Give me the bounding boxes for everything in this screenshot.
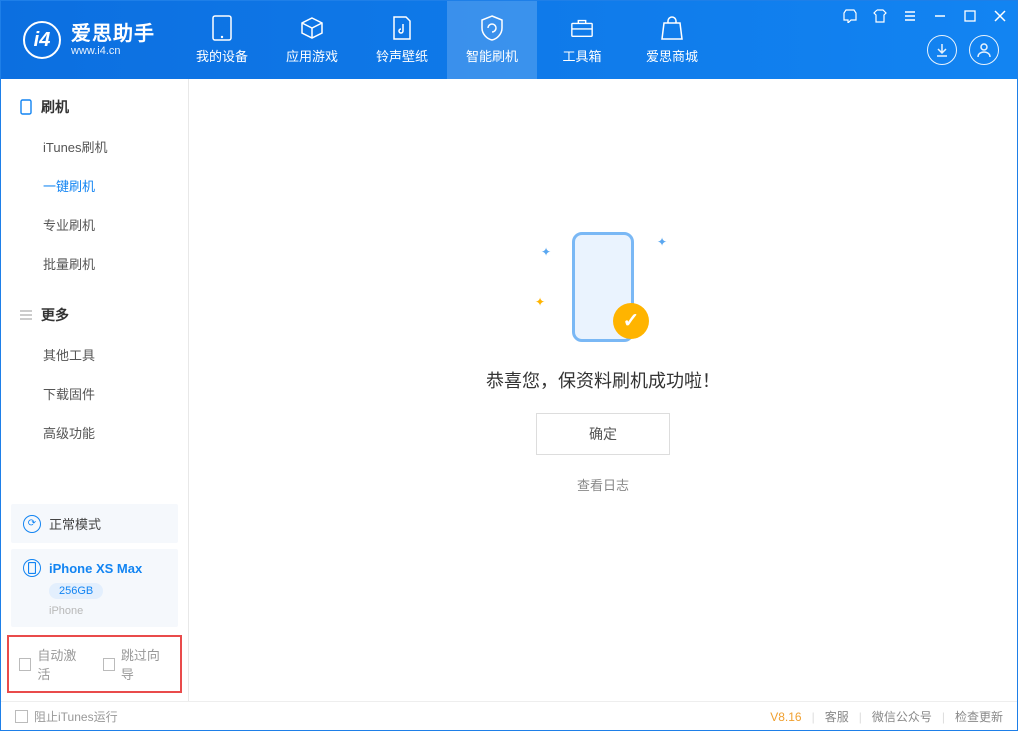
ok-button[interactable]: 确定: [536, 413, 670, 455]
close-button[interactable]: [989, 5, 1011, 27]
checkbox-icon: [103, 658, 115, 671]
tab-label: 工具箱: [562, 46, 601, 65]
sidebar: 刷机 iTunes刷机 一键刷机 专业刷机 批量刷机 更多 其他工具 下载固件 …: [1, 79, 189, 701]
app-subtitle: www.i4.cn: [71, 45, 155, 57]
sidebar-item-other-tools[interactable]: 其他工具: [1, 335, 188, 374]
phone-circle-icon: [23, 559, 41, 577]
checkbox-block-itunes[interactable]: 阻止iTunes运行: [15, 708, 118, 725]
sparkle-icon: ✦: [541, 245, 551, 259]
sidebar-item-batch-flash[interactable]: 批量刷机: [1, 244, 188, 283]
tab-smart-flash[interactable]: 智能刷机: [447, 1, 537, 79]
app-header: i4 爱思助手 www.i4.cn 我的设备 应用游戏 铃声壁纸 智能刷机 工具…: [1, 1, 1017, 79]
tab-label: 我的设备: [196, 46, 248, 65]
download-button[interactable]: [927, 35, 957, 65]
tab-ringtone-wallpaper[interactable]: 铃声壁纸: [357, 1, 447, 79]
cube-icon: [300, 16, 324, 40]
sidebar-item-onekey-flash[interactable]: 一键刷机: [1, 166, 188, 205]
user-button[interactable]: [969, 35, 999, 65]
checkbox-auto-activate[interactable]: 自动激活: [19, 645, 87, 683]
nav-tabs: 我的设备 应用游戏 铃声壁纸 智能刷机 工具箱 爱思商城: [177, 1, 717, 79]
tab-label: 爱思商城: [646, 46, 698, 65]
list-icon: [19, 308, 33, 322]
footer-bar: 阻止iTunes运行 V8.16 | 客服 | 微信公众号 | 检查更新: [1, 701, 1017, 731]
toolbox-icon: [570, 16, 594, 40]
bag-icon: [660, 16, 684, 40]
maximize-button[interactable]: [959, 5, 981, 27]
success-illustration: ✦ ✦ ✦ ✓: [533, 227, 673, 347]
version-label: V8.16: [770, 710, 801, 724]
sidebar-item-download-firmware[interactable]: 下载固件: [1, 374, 188, 413]
sidebar-item-itunes-flash[interactable]: iTunes刷机: [1, 127, 188, 166]
success-message: 恭喜您，保资料刷机成功啦！: [486, 367, 720, 393]
checkbox-row-highlighted: 自动激活 跳过向导: [7, 635, 182, 693]
footer-link-wechat[interactable]: 微信公众号: [872, 708, 932, 725]
app-title: 爱思助手: [71, 23, 155, 45]
menu-icon[interactable]: [899, 5, 921, 27]
shield-refresh-icon: [480, 16, 504, 40]
mode-label: 正常模式: [49, 514, 101, 533]
sidebar-section-more: 更多: [1, 301, 188, 335]
main-content: ✦ ✦ ✦ ✓ 恭喜您，保资料刷机成功啦！ 确定 查看日志: [189, 79, 1017, 701]
view-log-link[interactable]: 查看日志: [577, 475, 629, 494]
footer-link-support[interactable]: 客服: [825, 708, 849, 725]
footer-link-update[interactable]: 检查更新: [955, 708, 1003, 725]
device-name: iPhone XS Max: [49, 561, 142, 576]
tab-toolbox[interactable]: 工具箱: [537, 1, 627, 79]
sidebar-section-flash: 刷机: [1, 93, 188, 127]
sync-icon: ⟳: [23, 515, 41, 533]
minimize-button[interactable]: [929, 5, 951, 27]
music-file-icon: [390, 16, 414, 40]
window-controls: [839, 5, 1011, 27]
checkbox-skip-guide[interactable]: 跳过向导: [103, 645, 171, 683]
device-capacity: 256GB: [49, 583, 103, 599]
sidebar-item-pro-flash[interactable]: 专业刷机: [1, 205, 188, 244]
tab-label: 智能刷机: [466, 46, 518, 65]
logo-icon: i4: [23, 21, 61, 59]
checkmark-badge-icon: ✓: [613, 303, 649, 339]
phone-small-icon: [19, 100, 33, 114]
tab-my-device[interactable]: 我的设备: [177, 1, 267, 79]
tab-label: 铃声壁纸: [376, 46, 428, 65]
sparkle-icon: ✦: [535, 295, 545, 309]
device-icon: [210, 16, 234, 40]
device-type: iPhone: [49, 605, 166, 617]
mode-box[interactable]: ⟳ 正常模式: [11, 504, 178, 543]
device-box[interactable]: iPhone XS Max 256GB iPhone: [11, 549, 178, 627]
checkbox-icon: [19, 658, 31, 671]
checkbox-icon: [15, 710, 28, 723]
tab-label: 应用游戏: [286, 46, 338, 65]
tab-apps-games[interactable]: 应用游戏: [267, 1, 357, 79]
sidebar-item-advanced[interactable]: 高级功能: [1, 413, 188, 452]
tab-store[interactable]: 爱思商城: [627, 1, 717, 79]
logo-area: i4 爱思助手 www.i4.cn: [1, 21, 177, 59]
sparkle-icon: ✦: [657, 235, 667, 249]
feedback-icon[interactable]: [839, 5, 861, 27]
skin-icon[interactable]: [869, 5, 891, 27]
